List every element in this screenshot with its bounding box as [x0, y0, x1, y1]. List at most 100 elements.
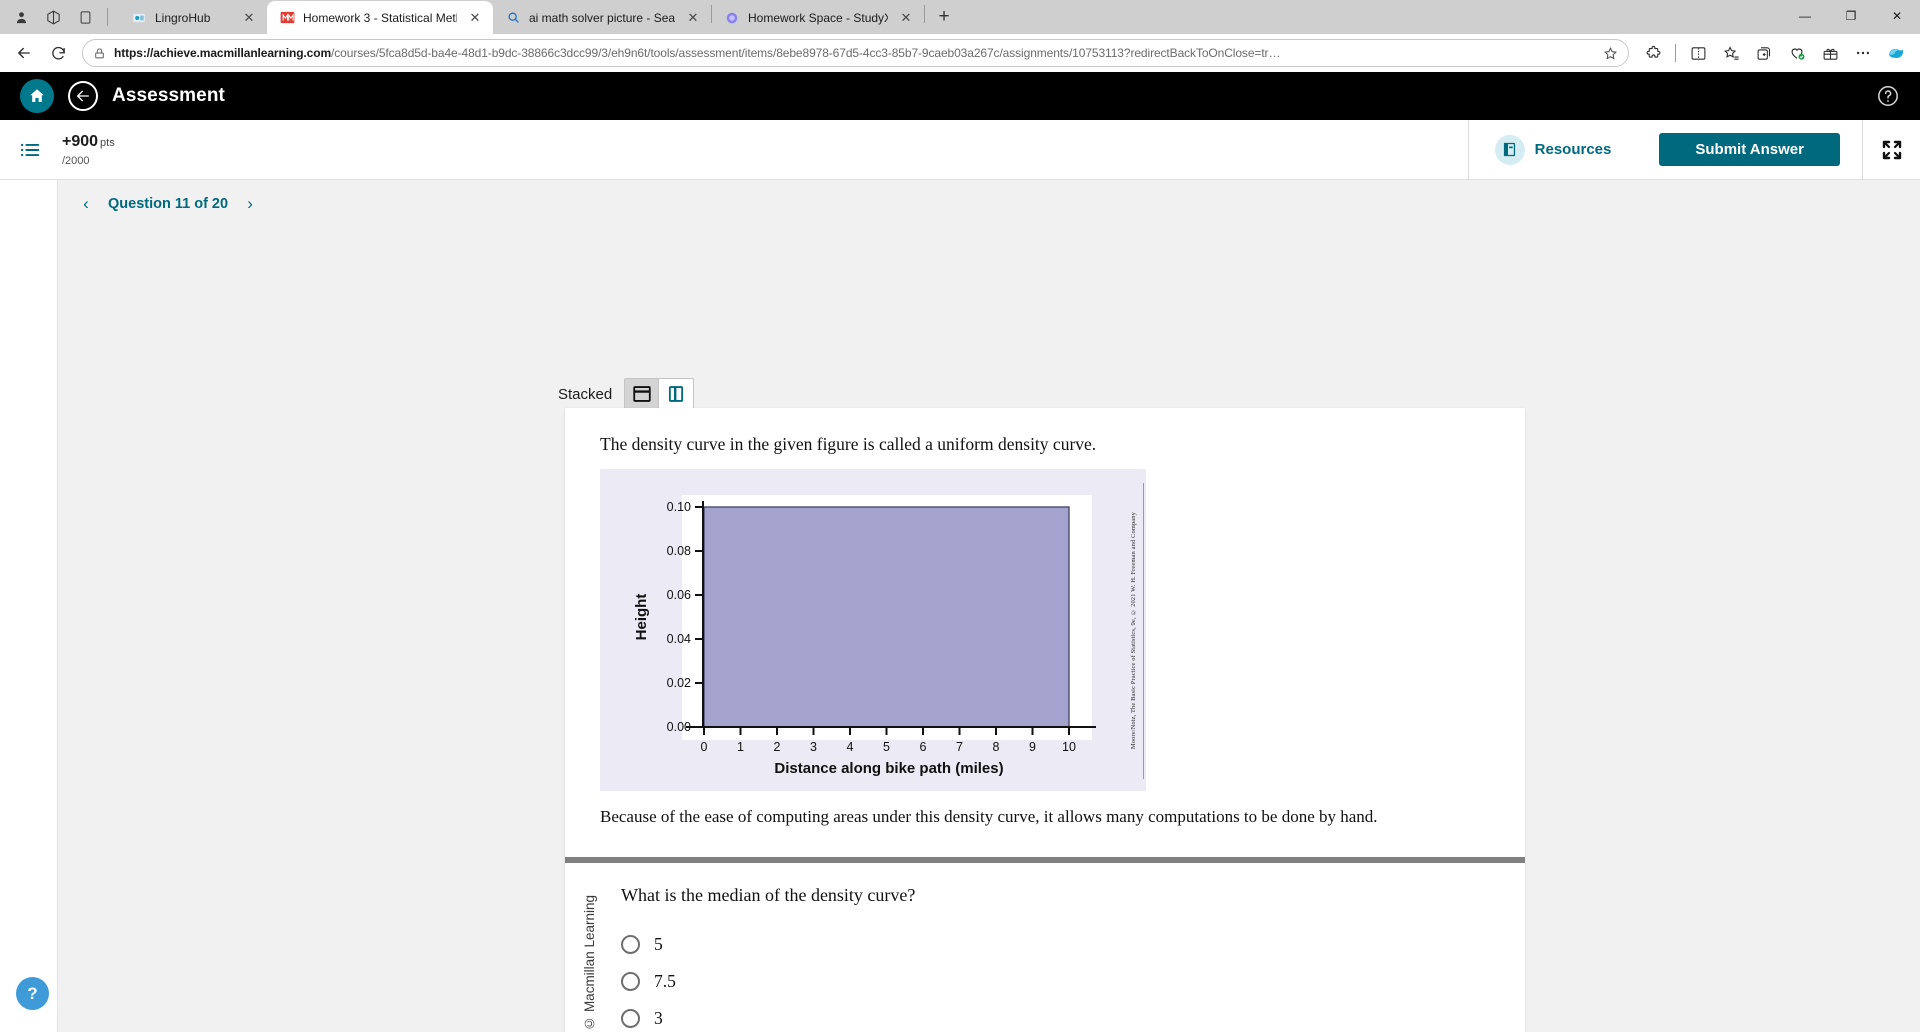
- y-tick-label: 0.02: [667, 676, 691, 690]
- publisher-credit-text: © Macmillan Learning: [581, 895, 597, 1031]
- x-tick-label: 6: [920, 740, 927, 754]
- copilot-icon[interactable]: [1880, 38, 1912, 68]
- x-tick-label: 8: [993, 740, 1000, 754]
- star-icon[interactable]: [1603, 46, 1618, 61]
- help-circle-icon[interactable]: [1876, 84, 1900, 108]
- book-icon: [1494, 134, 1525, 165]
- more-settings-icon[interactable]: [1847, 38, 1879, 68]
- home-icon[interactable]: [20, 79, 54, 113]
- chart-plot-area: 0.00 0.02 0.04 0.06 0.08 0.10 0 1 2 3 4 …: [600, 481, 1120, 781]
- close-icon[interactable]: ✕: [683, 8, 703, 28]
- score-block: +900 pts /2000: [62, 132, 115, 166]
- answer-choice-label: 5: [654, 934, 663, 954]
- x-tick-label: 4: [847, 740, 854, 754]
- list-icon[interactable]: [18, 137, 44, 163]
- new-tab-button[interactable]: +: [929, 3, 959, 31]
- figure-wrapper: 0.00 0.02 0.04 0.06 0.08 0.10 0 1 2 3 4 …: [565, 455, 1525, 791]
- macmillan-icon: [279, 10, 295, 26]
- answer-body: What is the median of the density curve?…: [613, 885, 1525, 1032]
- score-bar: +900 pts /2000 Resources Submit Answer: [0, 119, 1920, 180]
- assessment-header: Assessment: [0, 72, 1920, 120]
- tab-title: Homework 3 - Statistical Methods: [303, 10, 457, 25]
- tab-separator: [924, 4, 925, 23]
- x-tick-label: 2: [774, 740, 781, 754]
- x-tick-label: 7: [956, 740, 963, 754]
- favorites-icon[interactable]: [1715, 38, 1747, 68]
- window-controls: — ❐ ✕: [1782, 0, 1920, 34]
- chart-svg: 0.00 0.02 0.04 0.06 0.08 0.10 0 1 2 3 4 …: [633, 495, 1096, 777]
- address-bar[interactable]: https://achieve.macmillanlearning.com/co…: [82, 39, 1629, 67]
- split-screen-icon[interactable]: [1682, 38, 1714, 68]
- question-navigation: ‹ Question 11 of 20 ›: [58, 180, 1920, 214]
- score-points: +900 pts: [62, 132, 115, 151]
- back-icon[interactable]: [8, 38, 40, 68]
- titlebar-divider: [107, 8, 108, 26]
- assessment-body: ? ‹ Question 11 of 20 › Stacked The dens…: [0, 180, 1920, 1032]
- close-icon[interactable]: ✕: [465, 8, 485, 28]
- view-toggle-label: Stacked: [558, 385, 613, 403]
- url-text: https://achieve.macmillanlearning.com/co…: [114, 46, 1595, 60]
- browser-toolbar: https://achieve.macmillanlearning.com/co…: [0, 34, 1920, 72]
- x-axis-label: Distance along bike path (miles): [774, 760, 1003, 777]
- side-by-side-layout-icon[interactable]: [659, 379, 694, 409]
- reload-icon[interactable]: [42, 38, 74, 68]
- close-button[interactable]: ✕: [1874, 0, 1920, 32]
- lingro-icon: [131, 10, 147, 26]
- browser-essentials-icon[interactable]: [1781, 38, 1813, 68]
- question-stem: The density curve in the given figure is…: [600, 434, 1097, 454]
- x-tick-label: 3: [810, 740, 817, 754]
- question-note: Because of the ease of computing areas u…: [600, 807, 1378, 826]
- browser-tab[interactable]: LingroHub ✕: [119, 1, 267, 34]
- lock-icon: [93, 47, 106, 60]
- toolbar-divider: [1675, 44, 1676, 62]
- question-mark-icon[interactable]: ?: [16, 977, 49, 1010]
- radio-button[interactable]: [621, 935, 640, 954]
- submit-answer-button[interactable]: Submit Answer: [1659, 133, 1840, 166]
- y-tick-label: 0.06: [667, 588, 691, 602]
- radio-button[interactable]: [621, 1009, 640, 1028]
- browser-tab[interactable]: Homework Space - StudyX ✕: [712, 1, 924, 34]
- score-total: /2000: [62, 154, 90, 167]
- answer-choice-label: 7.5: [654, 971, 676, 991]
- collections-icon[interactable]: [1748, 38, 1780, 68]
- close-icon[interactable]: ✕: [239, 8, 259, 28]
- web-page: Assessment +900 pts /2000 Resources Subm…: [0, 72, 1920, 1032]
- prev-question-button[interactable]: ‹: [78, 194, 94, 214]
- toolbar-right-icons: [1637, 38, 1912, 68]
- radio-button[interactable]: [621, 972, 640, 991]
- tab-strip: LingroHub ✕ Homework 3 - Statistical Met…: [119, 0, 959, 34]
- tab-title: LingroHub: [155, 10, 211, 25]
- browser-tab-active[interactable]: Homework 3 - Statistical Methods ✕: [267, 1, 493, 34]
- profile-icon[interactable]: [6, 3, 36, 31]
- resources-label: Resources: [1534, 141, 1612, 158]
- figure-credit-text: Moore/Notz, The Basic Practice of Statis…: [1129, 512, 1137, 750]
- next-question-button[interactable]: ›: [242, 194, 258, 214]
- y-tick-label: 0.10: [667, 500, 691, 514]
- maximize-button[interactable]: ❐: [1828, 0, 1874, 32]
- tab-title: ai math solver picture - Search: [529, 10, 675, 25]
- extensions-icon[interactable]: [1637, 38, 1669, 68]
- x-tick-label: 10: [1062, 740, 1076, 754]
- answer-choice[interactable]: 5: [621, 926, 1525, 963]
- minimize-button[interactable]: —: [1782, 0, 1828, 32]
- stacked-layout-icon[interactable]: [625, 379, 660, 409]
- left-rail: ?: [0, 180, 58, 1032]
- answer-prompt: What is the median of the density curve?: [621, 885, 916, 905]
- x-tick-label: 9: [1029, 740, 1036, 754]
- close-icon[interactable]: ✕: [896, 8, 916, 28]
- page-title: Assessment: [112, 85, 225, 106]
- tab-actions-icon[interactable]: [70, 3, 100, 31]
- question-counter: Question 11 of 20: [108, 196, 229, 212]
- arrow-left-icon[interactable]: [68, 81, 98, 111]
- answer-choice[interactable]: 7.5: [621, 963, 1525, 1000]
- resources-button[interactable]: Resources: [1467, 119, 1638, 180]
- titlebar-left-icons: [0, 0, 119, 34]
- answer-choice[interactable]: 3: [621, 1000, 1525, 1032]
- fullscreen-icon[interactable]: [1862, 119, 1920, 180]
- workspaces-icon[interactable]: [38, 3, 68, 31]
- url-host: https://achieve.macmillanlearning.com: [114, 46, 332, 60]
- browser-tab[interactable]: ai math solver picture - Search ✕: [493, 1, 711, 34]
- rewards-icon[interactable]: [1814, 38, 1846, 68]
- y-tick-label: 0.04: [667, 632, 691, 646]
- credit-rule: [1143, 483, 1144, 779]
